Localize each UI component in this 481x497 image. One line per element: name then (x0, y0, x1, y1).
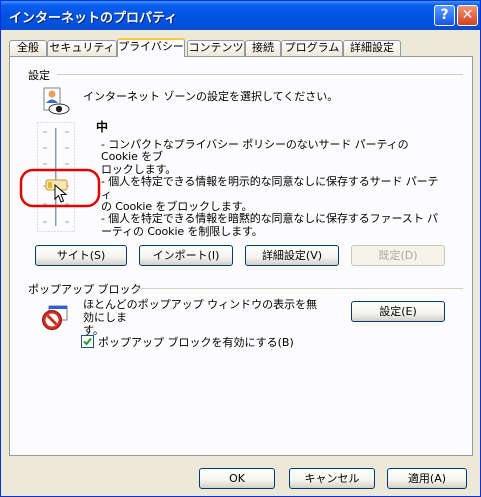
settings-group-label: 設定 (28, 69, 50, 82)
tab-connections[interactable]: 接続 (245, 40, 281, 56)
import-button[interactable]: インポート(I) (139, 245, 233, 266)
tab-content[interactable]: コンテンツ (187, 40, 245, 56)
settings-divider (57, 74, 463, 75)
privacy-level-title: 中 (96, 120, 109, 134)
title-bar[interactable]: インターネットのプロパティ ? ✕ (1, 1, 480, 30)
tab-advanced[interactable]: 詳細設定 (343, 40, 401, 56)
tab-general[interactable]: 全般 (9, 40, 47, 56)
zone-instruction: インターネット ゾーンの設定を選択してください。 (83, 90, 339, 103)
tab-privacy[interactable]: プライバシー (117, 38, 185, 57)
internet-zone-icon (43, 87, 70, 115)
popup-block-checkbox-label[interactable]: ポップアップ ブロックを有効にする(B) (98, 334, 294, 350)
tab-programs[interactable]: プログラム (281, 40, 343, 56)
popup-block-checkbox[interactable] (81, 335, 94, 348)
apply-button[interactable]: 適用(A) (387, 468, 467, 489)
popup-group-label: ポップアップ ブロック (28, 283, 142, 296)
mouse-cursor-icon (54, 184, 68, 203)
popup-settings-button[interactable]: 設定(E) (351, 301, 445, 322)
cancel-button[interactable]: キャンセル (289, 468, 375, 489)
popup-description: ほとんどのポップアップ ウィンドウの表示を無効にしま す。 (83, 298, 318, 337)
popup-divider (135, 288, 463, 289)
default-button[interactable]: 既定(D) (351, 245, 445, 266)
tab-security[interactable]: セキュリティ (47, 40, 117, 56)
window-title: インターネットのプロパティ (9, 11, 178, 26)
properties-window: インターネットのプロパティ ? ✕ 全般 セキュリティ プライバシー コンテンツ… (0, 0, 481, 497)
popup-blocker-icon (42, 305, 68, 330)
privacy-level-description: - コンパクトなプライバシー ポリシーのないサード パーティの Cookie を… (101, 138, 439, 238)
checkmark-icon (83, 337, 92, 346)
close-button[interactable]: ✕ (457, 5, 478, 26)
advanced-button[interactable]: 詳細設定(V) (245, 245, 339, 266)
sites-button[interactable]: サイト(S) (35, 245, 127, 266)
help-button[interactable]: ? (434, 5, 455, 26)
ok-button[interactable]: OK (199, 468, 275, 489)
